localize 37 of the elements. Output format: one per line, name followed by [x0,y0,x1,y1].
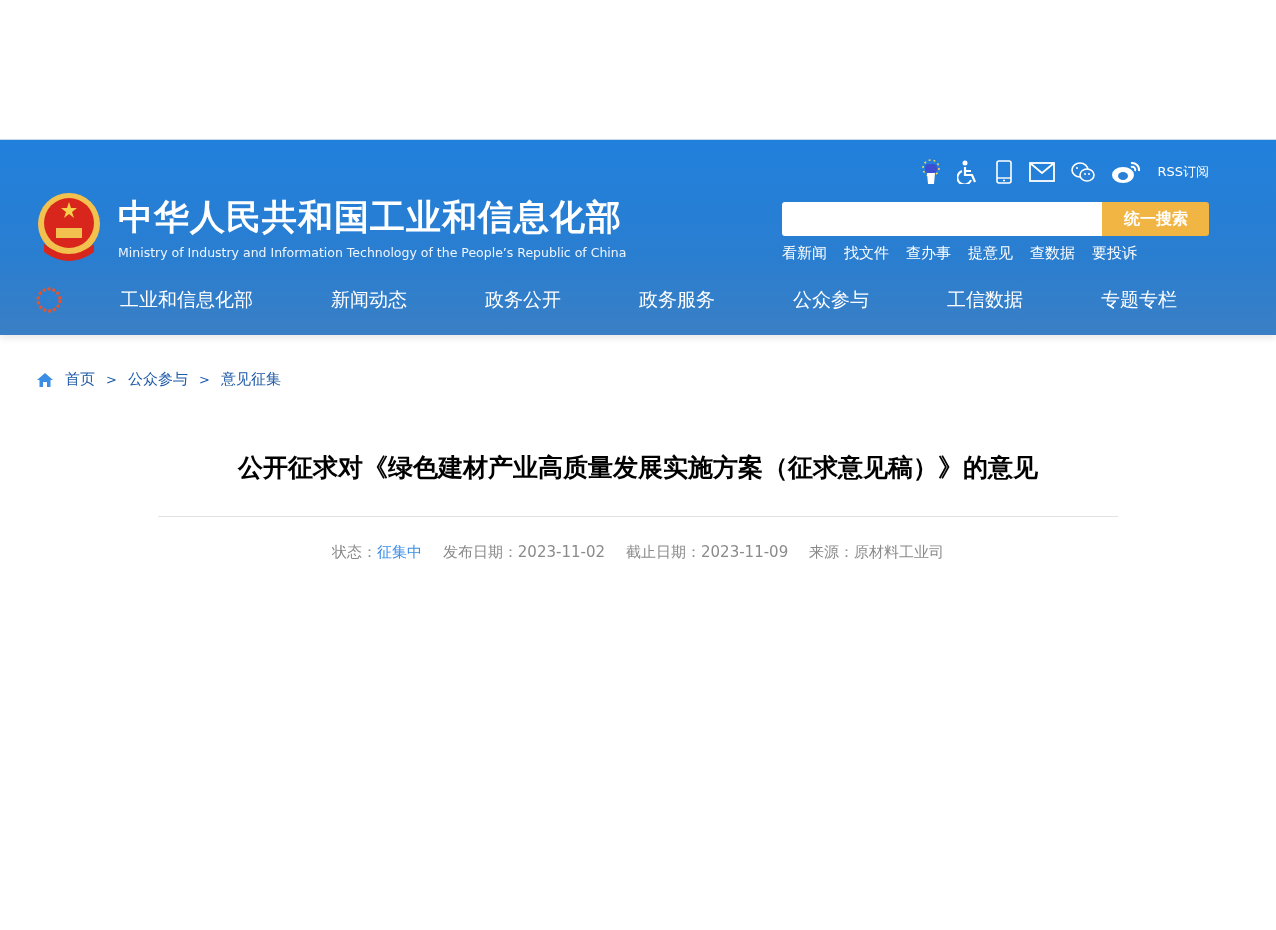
quick-link[interactable]: 看新闻 [782,244,827,263]
breadcrumb-link[interactable]: 首页 [65,370,95,389]
home-icon[interactable] [36,371,54,388]
breadcrumb-separator: > [198,372,210,387]
site-title: 中华人民共和国工业和信息化部 [118,196,623,239]
weibo-icon[interactable] [1111,160,1142,184]
rss-link[interactable]: RSS订阅 [1157,163,1209,181]
emblem-drawing [36,192,102,262]
breadcrumb-separator: > [106,372,117,387]
nav-item[interactable]: 工信数据 [947,287,1023,313]
status-value: 征集中 [376,543,422,561]
meta-label: 发布日期： [442,543,518,561]
meta-label: 来源： [809,543,855,561]
quick-link[interactable]: 要投诉 [1092,244,1137,263]
meta-label: 截止日期： [626,543,701,561]
breadcrumb-link[interactable]: 意见征集 [220,370,281,389]
meta-value: 原材料工业司 [854,543,945,561]
nav-item[interactable]: 政务服务 [639,287,715,313]
mobile-phone-icon[interactable] [995,160,1014,184]
breadcrumb-link[interactable]: 公众参与 [127,370,188,389]
nav-item[interactable]: 公众参与 [793,287,869,313]
meta-value: 2023-11-09 [701,543,789,561]
quick-link[interactable]: 查数据 [1030,244,1075,263]
site-subtitle: Ministry of Industry and Information Technology of the People’s Republic of China [118,245,627,260]
mail-icon[interactable] [1029,162,1056,182]
meta-value: 2023-11-02 [517,543,605,561]
quick-link[interactable]: 查办事 [906,244,951,263]
nav-item[interactable]: 新闻动态 [331,287,407,313]
article-title: 公开征求对《绿色建材产业高质量发展实施方案（征求意见稿）》的意见 [236,452,1039,484]
nav-item[interactable]: 专题专栏 [1101,287,1177,313]
nav-item[interactable]: 政务公开 [485,287,561,313]
quick-link[interactable]: 找文件 [844,244,889,263]
search-field[interactable] [782,202,1102,236]
meta-label: 状态： [331,543,377,561]
nav-item[interactable]: 工业和信息化部 [120,287,253,313]
wechat-icon[interactable] [1071,161,1096,183]
quick-link[interactable]: 提意见 [968,244,1013,263]
